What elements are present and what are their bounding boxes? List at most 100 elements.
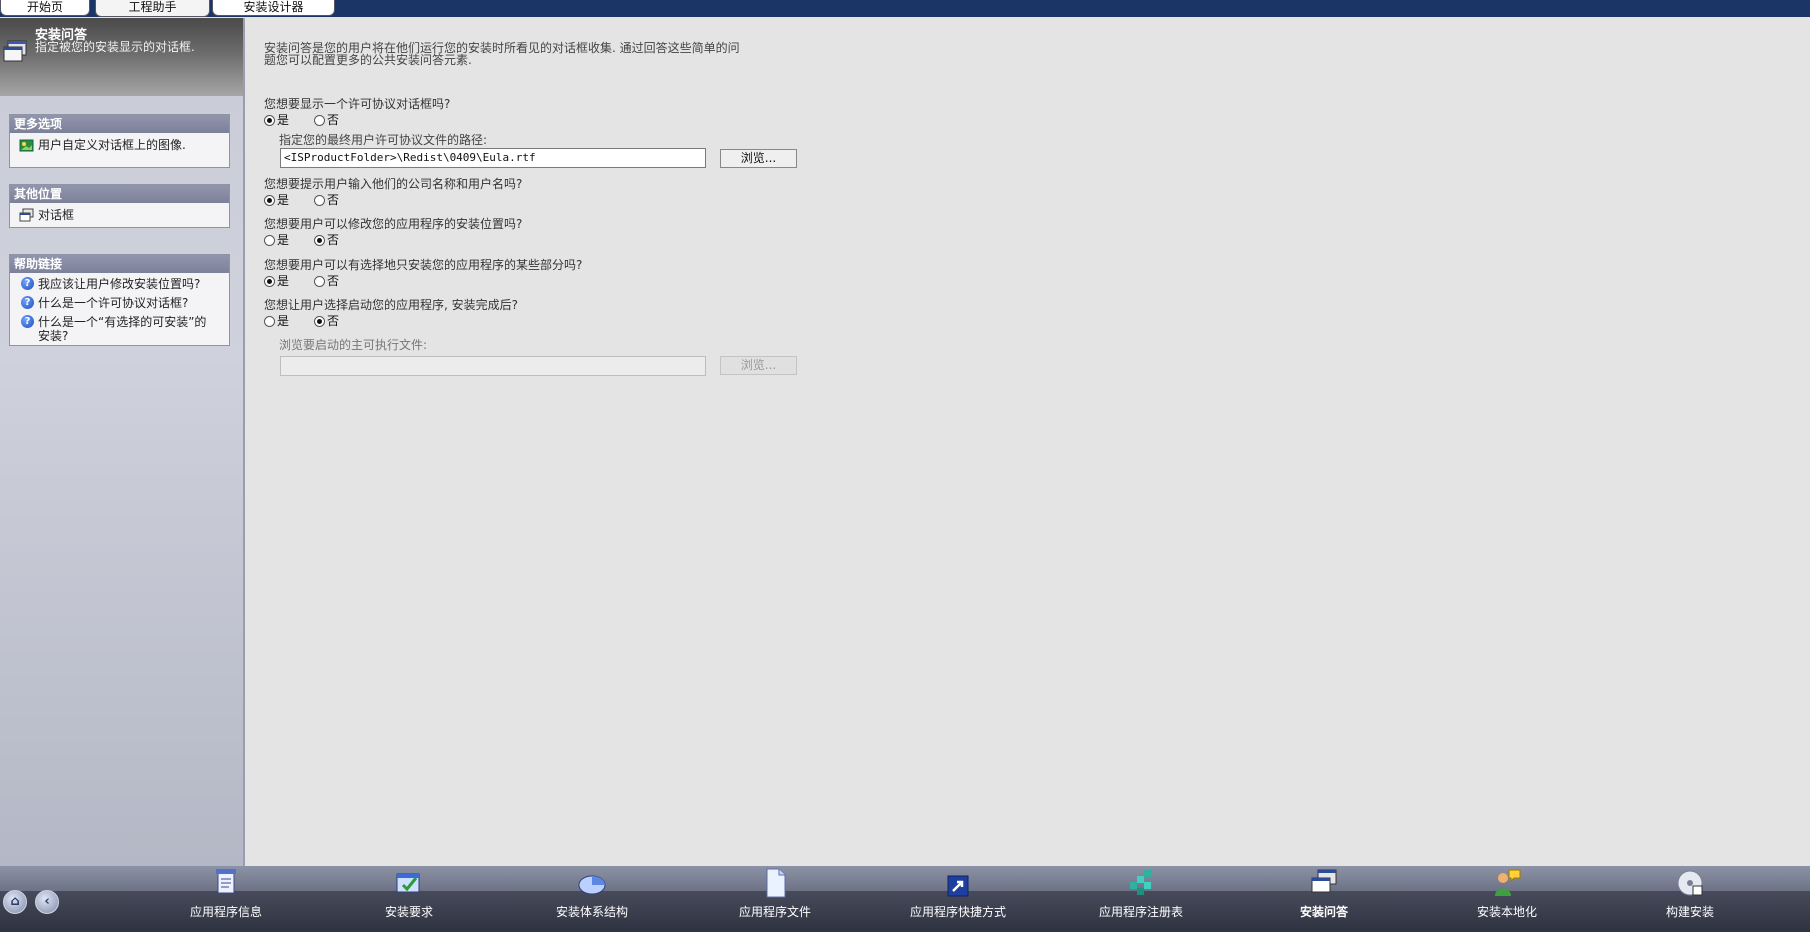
help-link-label: 什么是一个许可协议对话框? [38,296,189,310]
radio-indicator-selected [264,115,275,126]
radio-indicator-selected [314,235,325,246]
left-panel-header: 安装问答 指定被您的安装显示的对话框. [0,18,243,96]
left-panel: 安装问答 指定被您的安装显示的对话框. 更多选项 用户自定义对话框上的图像. 其… [0,18,245,866]
radio-indicator-selected [264,276,275,287]
nav-app-files[interactable]: 应用程序文件 [705,868,845,920]
launch-exe-label: 浏览要启动的主可执行文件: [279,338,428,352]
radio-indicator-selected [314,316,325,327]
more-options-item-custom-images[interactable]: 用户自定义对话框上的图像. [10,138,229,152]
localization-icon [1495,869,1521,896]
nav-label: 应用程序快捷方式 [909,905,1006,919]
radio-indicator [314,115,325,126]
help-links-heading: 帮助链接 [10,255,229,273]
radio-username-yes[interactable]: 是 [264,191,289,208]
nav-install-localization[interactable]: 安装本地化 [1437,868,1577,920]
install-interview-icon [3,40,27,62]
help-link-label: 什么是一个“有选择的可安装”的安装? [38,315,207,343]
radio-indicator [314,195,325,206]
license-path-input[interactable]: <ISProductFolder>\Redist\0409\Eula.rtf [280,148,706,168]
question-modify-location: 您想要用户可以修改您的应用程序的安装位置吗? [264,217,523,231]
app-files-icon [766,868,786,898]
tab-start-page[interactable]: 开始页 [0,0,90,16]
other-locations-item-dialogs[interactable]: 对话框 [10,208,229,222]
launch-exe-input[interactable] [280,356,706,376]
help-icon: ? [21,277,34,290]
nav-label: 安装本地化 [1476,905,1537,919]
help-icon: ? [21,296,34,309]
more-options-box: 更多选项 用户自定义对话框上的图像. [9,114,230,168]
radio-label: 是 [277,233,290,247]
back-icon[interactable]: ‹ [35,890,59,914]
install-architecture-icon [578,875,606,895]
radio-license-yes[interactable]: 是 [264,111,289,128]
radio-label: 是 [277,113,290,127]
nav-install-requirements[interactable]: 安装要求 [339,868,479,920]
nav-build-installation[interactable]: 构建安装 [1620,868,1760,920]
nav-label: 应用程序注册表 [1098,905,1183,919]
radio-license-no[interactable]: 否 [314,111,339,128]
intro-text: 安装问答是您的用户将在他们运行您的安装时所看见的对话框收集. 通过回答这些简单的… [264,41,740,67]
tab-project-assistant[interactable]: 工程助手 [95,0,210,17]
radio-location-yes[interactable]: 是 [264,231,289,248]
radio-label: 是 [277,314,290,328]
nav-install-interview[interactable]: 安装问答 [1254,868,1394,920]
radio-selective-no[interactable]: 否 [314,272,339,289]
dialog-icon [19,208,34,222]
radio-label: 是 [277,274,290,288]
license-path-label: 指定您的最终用户许可协议文件的路径: [279,133,488,147]
bottom-nav-bar: ⌂ ‹ 应用程序信息 安装要求 安装体系结构 应用程序文件 应用程序快捷方式 应… [0,866,1810,932]
build-icon [1677,870,1703,896]
nav-label: 应用程序信息 [189,905,262,919]
nav-app-shortcuts[interactable]: 应用程序快捷方式 [888,868,1028,920]
tab-installation-designer[interactable]: 安装设计器 [212,0,335,16]
question-license-dialog: 您想要显示一个许可协议对话框吗? [264,97,451,111]
radio-label: 否 [327,314,340,328]
nav-label: 安装体系结构 [555,905,628,919]
radio-indicator [264,235,275,246]
radio-label: 否 [327,193,340,207]
radio-selective-yes[interactable]: 是 [264,272,289,289]
question-launch-app: 您想让用户选择启动您的应用程序, 安装完成后? [264,298,518,312]
shortcut-icon [947,875,969,897]
help-links-box: 帮助链接 ? 我应该让用户修改安装位置吗? ? 什么是一个许可协议对话框? ? … [9,254,230,346]
radio-launch-no[interactable]: 否 [314,312,339,329]
home-icon[interactable]: ⌂ [3,890,27,914]
image-icon [19,139,34,152]
radio-indicator [264,316,275,327]
more-options-heading: 更多选项 [10,115,229,133]
help-icon: ? [21,315,34,328]
other-locations-box: 其他位置 对话框 [9,184,230,228]
question-selective-install: 您想要用户可以有选择地只安装您的应用程序的某些部分吗? [264,258,583,272]
radio-launch-yes[interactable]: 是 [264,312,289,329]
other-locations-heading: 其他位置 [10,185,229,203]
nav-label: 应用程序文件 [738,905,811,919]
radio-label: 否 [327,113,340,127]
top-tab-strip: 开始页 工程助手 安装设计器 [0,0,1810,17]
nav-label: 安装问答 [1299,905,1348,919]
question-company-user-name: 您想要提示用户输入他们的公司名称和用户名吗? [264,177,523,191]
radio-label: 否 [327,274,340,288]
nav-install-architecture[interactable]: 安装体系结构 [522,868,662,920]
help-link-modify-location[interactable]: ? 我应该让用户修改安装位置吗? [10,277,229,291]
radio-indicator-selected [264,195,275,206]
more-options-item-label: 用户自定义对话框上的图像. [38,138,186,152]
help-link-selective-install[interactable]: ? 什么是一个“有选择的可安装”的安装? [10,315,208,343]
nav-app-registry[interactable]: 应用程序注册表 [1071,868,1211,920]
install-requirements-icon [396,873,420,893]
radio-username-no[interactable]: 否 [314,191,339,208]
help-link-label: 我应该让用户修改安装位置吗? [38,277,201,291]
app-info-icon [216,869,236,894]
registry-icon [1130,870,1151,895]
help-link-license-dialog[interactable]: ? 什么是一个许可协议对话框? [10,296,229,310]
radio-indicator [314,276,325,287]
radio-location-no[interactable]: 否 [314,231,339,248]
radio-label: 是 [277,193,290,207]
install-interview-icon [1311,869,1337,893]
nav-app-info[interactable]: 应用程序信息 [156,868,296,920]
other-locations-item-label: 对话框 [38,208,75,222]
radio-label: 否 [327,233,340,247]
launch-browse-button[interactable]: 浏览... [720,356,797,375]
nav-label: 构建安装 [1665,905,1714,919]
license-browse-button[interactable]: 浏览... [720,149,797,168]
left-panel-subtitle: 指定被您的安装显示的对话框. [35,40,195,54]
